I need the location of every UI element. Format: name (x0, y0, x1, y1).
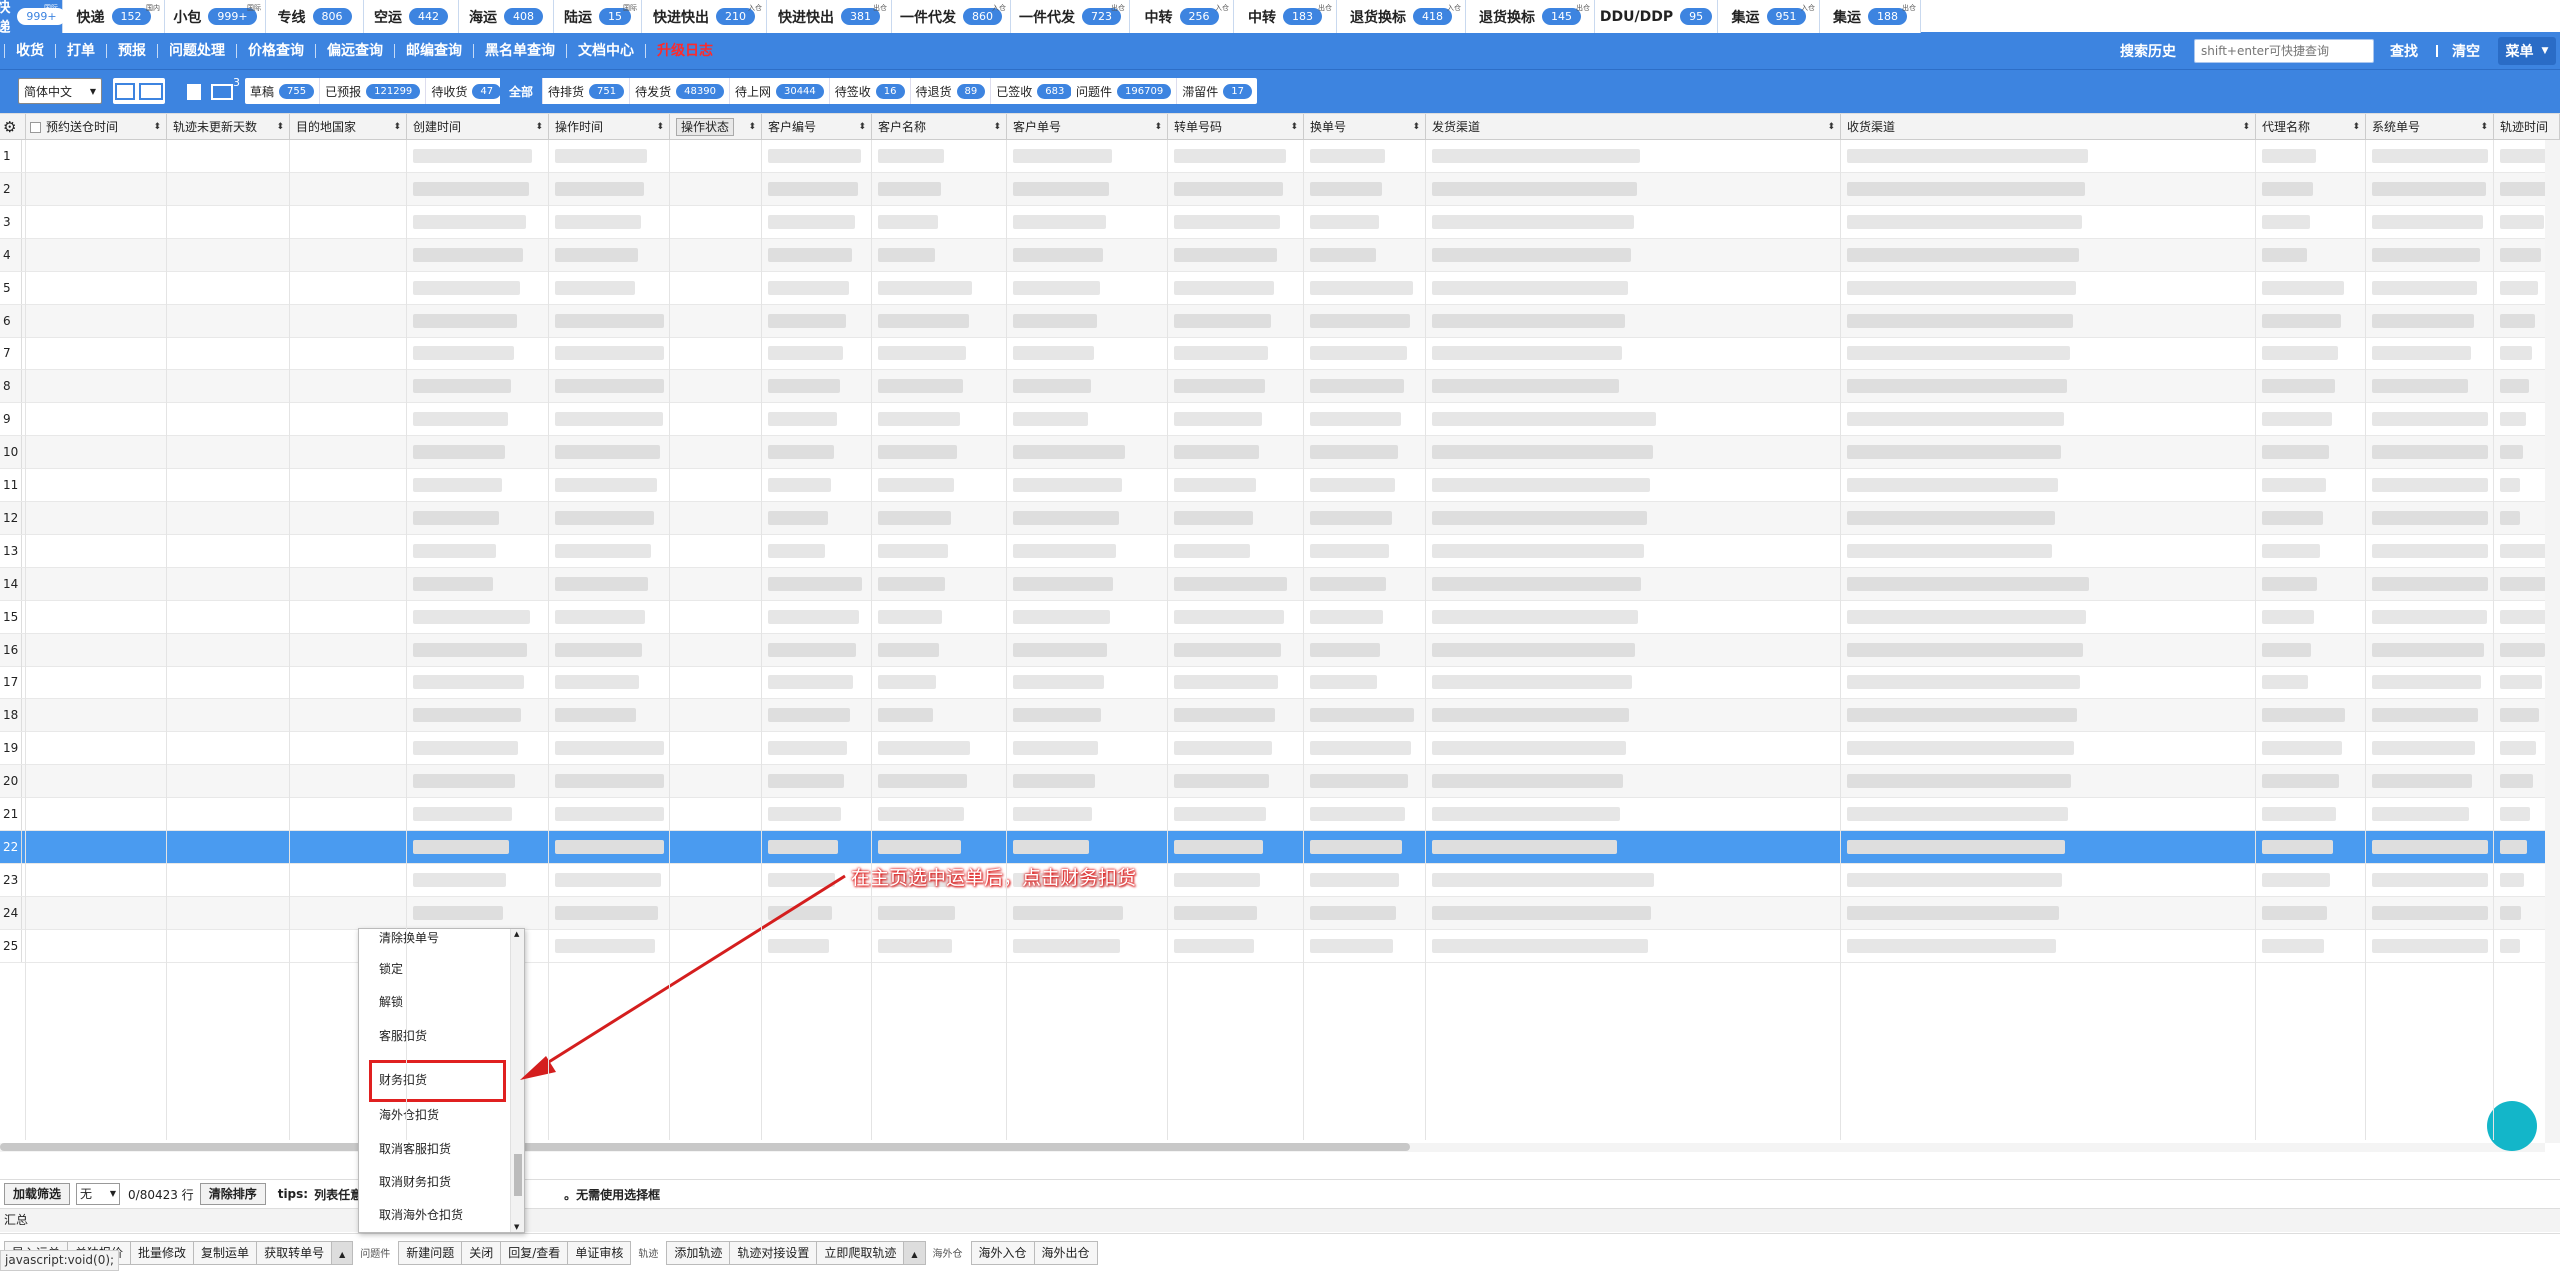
column-divider (1425, 140, 1426, 1140)
column-divider (669, 140, 670, 1140)
column-divider (25, 140, 26, 1140)
column-divider (1303, 140, 1304, 1140)
annotation-arrow (520, 874, 846, 1080)
column-divider (548, 140, 549, 1140)
column-divider (2365, 140, 2366, 1140)
annotation-text: 在主页选中运单后，点击财务扣货 (851, 867, 1137, 889)
floating-chat-button[interactable] (2487, 1101, 2537, 1151)
column-divider (1006, 140, 1007, 1140)
column-divider (406, 140, 407, 1140)
column-divider (289, 140, 290, 1140)
column-divider (1167, 140, 1168, 1140)
column-divider (871, 140, 872, 1140)
column-divider (2493, 140, 2494, 1140)
column-divider (166, 140, 167, 1140)
column-divider (1840, 140, 1841, 1140)
column-divider (2255, 140, 2256, 1140)
column-divider (761, 140, 762, 1140)
